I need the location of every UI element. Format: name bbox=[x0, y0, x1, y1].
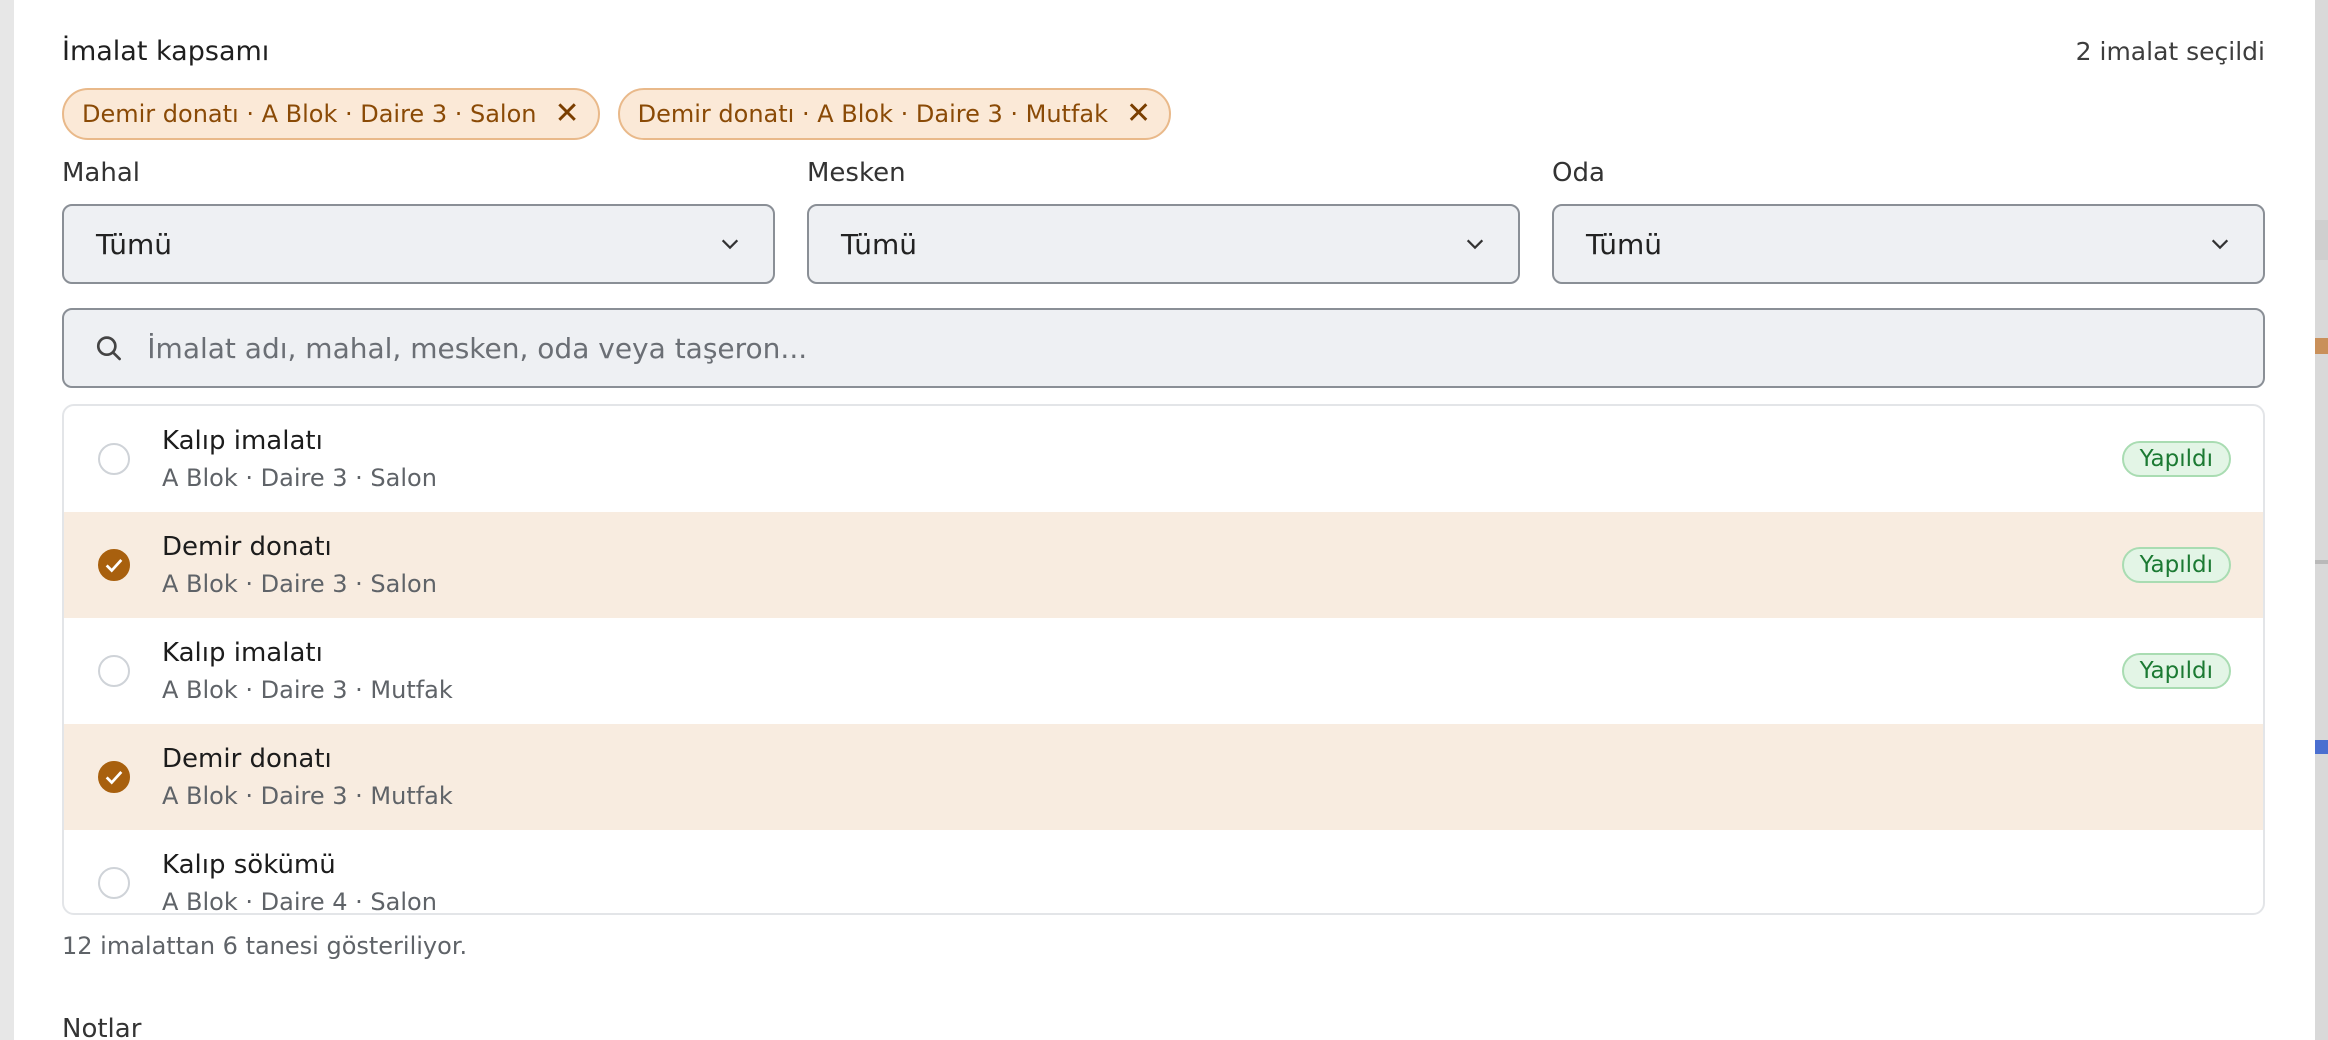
list-item[interactable]: Kalıp imalatı A Blok · Daire 3 · Mutfak … bbox=[64, 618, 2263, 724]
list-item[interactable]: Demir donatı A Blok · Daire 3 · Mutfak bbox=[64, 724, 2263, 830]
status-badge: Yapıldı bbox=[2121, 441, 2231, 477]
item-location: A Blok · Daire 4 · Salon bbox=[162, 888, 437, 915]
item-location: A Blok · Daire 3 · Mutfak bbox=[162, 782, 453, 810]
notes-label: Notlar bbox=[62, 1014, 142, 1040]
selected-count: 2 imalat seçildi bbox=[2075, 37, 2265, 66]
item-location: A Blok · Daire 3 · Salon bbox=[162, 570, 437, 598]
list-item[interactable]: Kalıp imalatı A Blok · Daire 3 · Salon Y… bbox=[64, 406, 2263, 512]
item-location: A Blok · Daire 3 · Mutfak bbox=[162, 676, 453, 704]
scope-header: İmalat kapsamı 2 imalat seçildi bbox=[62, 36, 2265, 67]
filter-label: Mahal bbox=[62, 158, 140, 188]
select-value: Tümü bbox=[96, 227, 173, 261]
list-item[interactable]: Demir donatı A Blok · Daire 3 · Salon Ya… bbox=[64, 512, 2263, 618]
chip-label: Demir donatı · A Blok · Daire 3 · Mutfak bbox=[637, 100, 1109, 128]
radio-unchecked-icon[interactable] bbox=[98, 655, 130, 687]
filter-row: Mahal Tümü Mesken Tümü Oda Tümü bbox=[62, 158, 2265, 284]
item-location: A Blok · Daire 3 · Salon bbox=[162, 464, 437, 492]
filter-oda: Oda Tümü bbox=[1552, 158, 2265, 284]
list-item-text: Kalıp sökümü A Blok · Daire 4 · Salon bbox=[162, 850, 437, 915]
selected-chips: Demir donatı · A Blok · Daire 3 · Salon … bbox=[62, 88, 1172, 140]
mesken-select[interactable]: Tümü bbox=[807, 204, 1520, 284]
list-item-text: Demir donatı A Blok · Daire 3 · Mutfak bbox=[162, 744, 453, 810]
item-title: Demir donatı bbox=[162, 744, 332, 774]
chevron-down-icon bbox=[2211, 239, 2229, 250]
item-title: Kalıp imalatı bbox=[162, 638, 323, 668]
filter-mahal: Mahal Tümü bbox=[62, 158, 775, 284]
radio-unchecked-icon[interactable] bbox=[98, 867, 130, 899]
item-title: Kalıp imalatı bbox=[162, 426, 323, 456]
selected-chip: Demir donatı · A Blok · Daire 3 · Salon … bbox=[62, 88, 600, 140]
filter-mesken: Mesken Tümü bbox=[807, 158, 1520, 284]
radio-checked-icon[interactable] bbox=[98, 761, 130, 793]
chevron-down-icon bbox=[721, 239, 739, 250]
background-app-left-edge bbox=[0, 0, 14, 1040]
select-value: Tümü bbox=[841, 227, 918, 261]
radio-checked-icon[interactable] bbox=[98, 549, 130, 581]
checkmark-icon bbox=[105, 559, 123, 573]
item-title: Kalıp sökümü bbox=[162, 850, 336, 880]
remove-chip-icon[interactable]: ✕ bbox=[555, 99, 580, 129]
selected-chip: Demir donatı · A Blok · Daire 3 · Mutfak… bbox=[617, 88, 1172, 140]
list-item-text: Kalıp imalatı A Blok · Daire 3 · Salon bbox=[162, 426, 437, 492]
status-badge: Yapıldı bbox=[2121, 653, 2231, 689]
scope-title: İmalat kapsamı bbox=[62, 36, 270, 67]
checkmark-icon bbox=[105, 771, 123, 785]
mahal-select[interactable]: Tümü bbox=[62, 204, 775, 284]
imalat-list: Kalıp imalatı A Blok · Daire 3 · Salon Y… bbox=[62, 404, 2265, 915]
status-badge: Yapıldı bbox=[2121, 547, 2231, 583]
background-app-right-edge bbox=[2315, 0, 2328, 1040]
oda-select[interactable]: Tümü bbox=[1552, 204, 2265, 284]
radio-unchecked-icon[interactable] bbox=[98, 443, 130, 475]
list-item[interactable]: Kalıp sökümü A Blok · Daire 4 · Salon bbox=[64, 830, 2263, 915]
filter-label: Mesken bbox=[807, 158, 906, 188]
select-value: Tümü bbox=[1586, 227, 1663, 261]
results-summary: 12 imalattan 6 tanesi gösteriliyor. bbox=[62, 932, 468, 960]
chevron-down-icon bbox=[1466, 239, 1484, 250]
search-icon bbox=[96, 336, 121, 361]
search-input[interactable] bbox=[145, 330, 2233, 366]
list-item-text: Kalıp imalatı A Blok · Daire 3 · Mutfak bbox=[162, 638, 453, 704]
chip-label: Demir donatı · A Blok · Daire 3 · Salon bbox=[82, 100, 537, 128]
imalat-modal: İmalat kapsamı 2 imalat seçildi Demir do… bbox=[14, 0, 2315, 1040]
item-title: Demir donatı bbox=[162, 532, 332, 562]
filter-label: Oda bbox=[1552, 158, 1605, 188]
search-box bbox=[62, 308, 2265, 388]
list-item-text: Demir donatı A Blok · Daire 3 · Salon bbox=[162, 532, 437, 598]
remove-chip-icon[interactable]: ✕ bbox=[1126, 99, 1151, 129]
